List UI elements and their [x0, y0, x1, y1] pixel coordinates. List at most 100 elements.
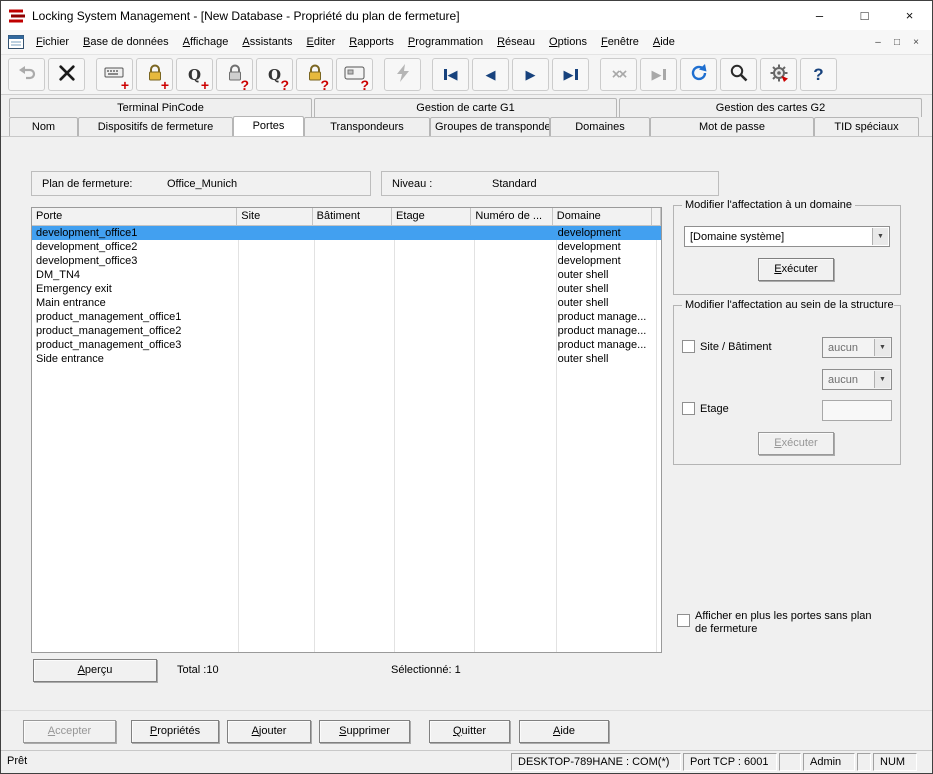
show-doors-without-plan-checkbox[interactable] — [677, 614, 690, 627]
table-row[interactable]: product_management_office3 product manag… — [32, 338, 661, 352]
tab-groupes-de-transpondeurs[interactable]: Groupes de transpondeurs — [430, 117, 550, 136]
site-batiment-checkbox[interactable] — [682, 340, 695, 353]
question-badge-icon: ? — [240, 78, 249, 92]
read-transponder-button[interactable]: Q ? — [256, 58, 293, 91]
table-row[interactable]: Emergency exit outer shell — [32, 282, 661, 296]
proprietes-button[interactable]: Propriétés — [131, 720, 219, 743]
tab-terminal-pincode[interactable]: Terminal PinCode — [9, 98, 312, 117]
continue-search-icon: ▶ — [652, 67, 666, 83]
read-card-button[interactable]: ? — [336, 58, 373, 91]
cell-porte: development_office1 — [32, 226, 238, 240]
doors-table: Porte Site Bâtiment Etage Numéro de ... … — [31, 207, 662, 653]
cell-batiment — [313, 338, 393, 352]
menu-rapports[interactable]: Rapports — [342, 32, 401, 52]
tab-domaines[interactable]: Domaines — [550, 117, 650, 136]
com-disconnect-button[interactable] — [48, 58, 85, 91]
etage-checkbox[interactable] — [682, 402, 695, 415]
tab-gestion-carte-g1[interactable]: Gestion de carte G1 — [314, 98, 617, 117]
table-row[interactable]: development_office1 development — [32, 226, 661, 240]
action-button-bar: Accepter Propriétés Ajouter Supprimer Qu… — [1, 710, 932, 750]
app-logo-icon — [9, 8, 25, 24]
cell-etage — [393, 254, 473, 268]
tab-gestion-cartes-g2[interactable]: Gestion des cartes G2 — [619, 98, 922, 117]
table-row[interactable]: product_management_office1 product manag… — [32, 310, 661, 324]
table-row[interactable]: DM_TN4 outer shell — [32, 268, 661, 282]
refresh-button[interactable] — [680, 58, 717, 91]
mdi-minimize-button[interactable]: – — [870, 37, 886, 48]
tab-nom[interactable]: Nom — [9, 117, 78, 136]
previous-record-button[interactable]: ◀ — [472, 58, 509, 91]
next-record-button[interactable]: ▶ — [512, 58, 549, 91]
tab-tid-speciaux[interactable]: TID spéciaux — [814, 117, 919, 136]
etage-input — [822, 400, 892, 421]
cell-etage — [393, 268, 473, 282]
cell-site — [238, 282, 314, 296]
add-locking-device-button[interactable]: + — [136, 58, 173, 91]
maximize-button[interactable]: □ — [842, 1, 887, 30]
search-button[interactable] — [720, 58, 757, 91]
apercu-button[interactable]: Aperçu — [33, 659, 157, 682]
domain-select[interactable]: [Domaine système] ▼ — [684, 226, 890, 247]
minimize-button[interactable]: – — [797, 1, 842, 30]
column-header-numero[interactable]: Numéro de ... — [471, 208, 552, 225]
menu-aide[interactable]: Aide — [646, 32, 682, 52]
column-header-batiment[interactable]: Bâtiment — [313, 208, 392, 225]
batiment-select-value: aucun — [828, 374, 871, 386]
tab-transpondeurs[interactable]: Transpondeurs — [304, 117, 430, 136]
read-lock-button[interactable]: ? — [296, 58, 333, 91]
question-badge-icon: ? — [280, 78, 289, 92]
first-record-button[interactable]: ◀ — [432, 58, 469, 91]
add-pincode-terminal-button[interactable]: + — [96, 58, 133, 91]
cell-domaine: development — [554, 254, 653, 268]
menu-bar: Fichier Base de données Affichage Assist… — [1, 30, 932, 54]
table-row[interactable]: Side entrance outer shell — [32, 352, 661, 366]
menu-base-de-donnees[interactable]: Base de données — [76, 32, 176, 52]
menu-options[interactable]: Options — [542, 32, 594, 52]
domain-groupbox-title: Modifier l'affectation à un domaine — [682, 199, 855, 211]
cell-numero — [472, 310, 553, 324]
app-window: Locking System Management - [New Databas… — [0, 0, 933, 774]
cell-batiment — [313, 268, 393, 282]
tab-dispositifs-de-fermeture[interactable]: Dispositifs de fermeture — [78, 117, 233, 136]
menu-affichage[interactable]: Affichage — [176, 32, 236, 52]
quitter-button[interactable]: Quitter — [429, 720, 510, 743]
document-icon[interactable] — [8, 35, 24, 49]
read-locking-device-button[interactable]: ? — [216, 58, 253, 91]
column-header-domaine[interactable]: Domaine — [553, 208, 652, 225]
next-record-icon: ▶ — [526, 67, 536, 83]
column-header-porte[interactable]: Porte — [32, 208, 237, 225]
cell-batiment — [313, 254, 393, 268]
help-button[interactable]: ? — [800, 58, 837, 91]
network-settings-button[interactable] — [760, 58, 797, 91]
menu-fenetre[interactable]: Fenêtre — [594, 32, 646, 52]
selected-count: Sélectionné: 1 — [391, 664, 461, 676]
menu-assistants[interactable]: Assistants — [235, 32, 299, 52]
tab-portes[interactable]: Portes — [233, 116, 304, 136]
column-header-site[interactable]: Site — [237, 208, 312, 225]
cell-porte: Emergency exit — [32, 282, 238, 296]
mdi-close-button[interactable]: × — [908, 37, 924, 48]
structure-groupbox-title: Modifier l'affectation au sein de la str… — [682, 299, 894, 311]
add-transponder-button[interactable]: Q + — [176, 58, 213, 91]
table-row[interactable]: development_office2 development — [32, 240, 661, 254]
close-button[interactable]: × — [887, 1, 932, 30]
aide-button[interactable]: Aide — [519, 720, 609, 743]
network-settings-icon — [769, 63, 789, 86]
menu-editer[interactable]: Editer — [299, 32, 342, 52]
chevron-down-icon: ▼ — [874, 339, 890, 356]
last-record-button[interactable]: ▶ — [552, 58, 589, 91]
mdi-restore-button[interactable]: □ — [889, 37, 905, 48]
cell-site — [238, 254, 314, 268]
table-row[interactable]: Main entrance outer shell — [32, 296, 661, 310]
table-row[interactable]: development_office3 development — [32, 254, 661, 268]
tab-mot-de-passe[interactable]: Mot de passe — [650, 117, 814, 136]
domain-execute-button[interactable]: Exécuter — [758, 258, 834, 281]
menu-programmation[interactable]: Programmation — [401, 32, 490, 52]
menu-fichier[interactable]: Fichier — [29, 32, 76, 52]
supprimer-button[interactable]: Supprimer — [319, 720, 410, 743]
chevron-down-icon[interactable]: ▼ — [872, 228, 888, 245]
menu-reseau[interactable]: Réseau — [490, 32, 542, 52]
table-row[interactable]: product_management_office2 product manag… — [32, 324, 661, 338]
column-header-etage[interactable]: Etage — [392, 208, 471, 225]
ajouter-button[interactable]: Ajouter — [227, 720, 311, 743]
